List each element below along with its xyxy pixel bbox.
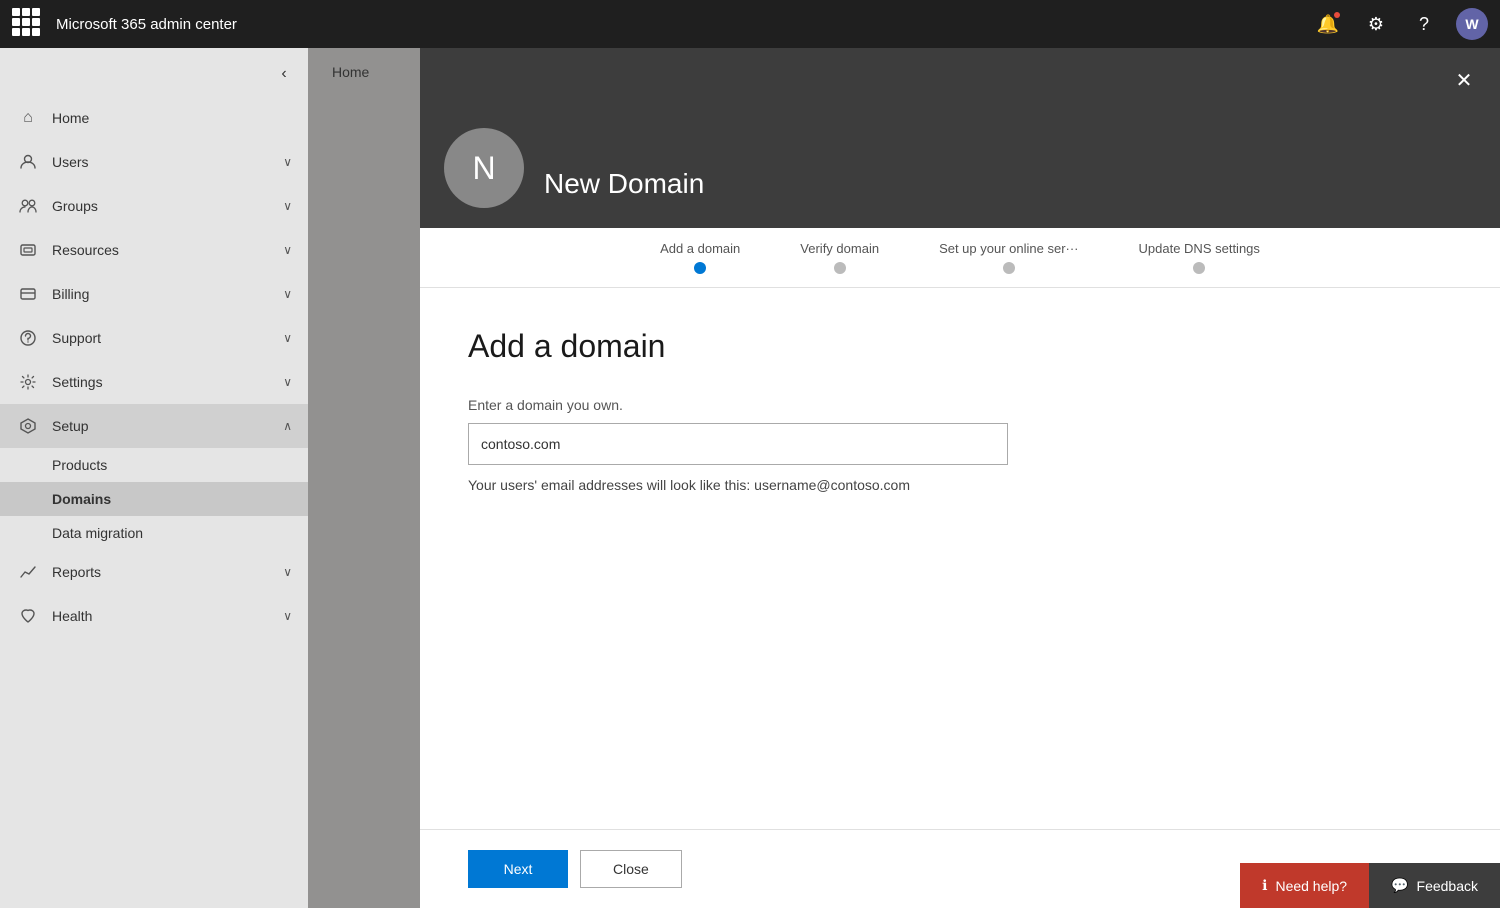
domain-input[interactable] [468,423,1008,465]
sidebar-nav: ⌂ Home Users ∨ Groups ∨ [0,88,308,646]
stepper-step-update-dns[interactable]: Update DNS settings [1139,241,1260,274]
stepper-dot-setup-online [1003,262,1015,274]
sidebar-item-support[interactable]: Support ∨ [0,316,308,360]
sidebar-sub-item-products[interactable]: Products [0,448,308,482]
stepper-dot-update-dns [1193,262,1205,274]
modal-avatar: N [444,128,524,208]
settings-nav-icon [16,370,40,394]
stepper-step-add-domain[interactable]: Add a domain [660,241,740,274]
modal-title: New Domain [544,168,704,200]
stepper-dot-add-domain [694,262,706,274]
topbar: Microsoft 365 admin center 🔔 ⚙ ? W [0,0,1500,48]
sidebar-sub-item-data-migration[interactable]: Data migration [0,516,308,550]
topbar-actions: 🔔 ⚙ ? W [1312,8,1488,40]
sidebar-item-home[interactable]: ⌂ Home [0,96,308,140]
support-icon [16,326,40,350]
reports-chevron-icon: ∨ [283,565,292,579]
sidebar: ‹ ⌂ Home Users ∨ Groups ∨ [0,48,308,908]
app-title: Microsoft 365 admin center [56,16,1312,33]
users-chevron-icon: ∨ [283,155,292,169]
sidebar-item-users[interactable]: Users ∨ [0,140,308,184]
input-label: Enter a domain you own. [468,397,1452,413]
need-help-button[interactable]: ℹ Need help? [1240,863,1369,908]
bottom-bar: ℹ Need help? 💬 Feedback [1240,863,1500,908]
help-icon[interactable]: ? [1408,8,1440,40]
modal-section-title: Add a domain [468,328,1452,365]
sidebar-item-setup[interactable]: Setup ∧ [0,404,308,448]
sidebar-sub-item-domains[interactable]: Domains [0,482,308,516]
reports-icon [16,560,40,584]
close-button[interactable]: Close [580,850,682,888]
waffle-icon[interactable] [12,8,44,40]
modal-close-button[interactable]: ✕ [1448,64,1480,96]
stepper-step-setup-online[interactable]: Set up your online ser··· [939,241,1078,274]
stepper-step-verify-domain[interactable]: Verify domain [800,241,879,274]
groups-icon [16,194,40,218]
email-preview: Your users' email addresses will look li… [468,477,1452,493]
modal-header: ✕ N New Domain [420,48,1500,228]
feedback-icon: 💬 [1391,877,1408,894]
sidebar-item-billing[interactable]: Billing ∨ [0,272,308,316]
content-area: Home ✕ N New Domain Add a domain [308,48,1500,908]
settings-chevron-icon: ∨ [283,375,292,389]
support-chevron-icon: ∨ [283,331,292,345]
avatar[interactable]: W [1456,8,1488,40]
sidebar-item-reports[interactable]: Reports ∨ [0,550,308,594]
need-help-icon: ℹ [1262,877,1267,894]
modal-body: Add a domain Enter a domain you own. You… [420,288,1500,829]
main-layout: ‹ ⌂ Home Users ∨ Groups ∨ [0,48,1500,908]
resources-icon [16,238,40,262]
billing-chevron-icon: ∨ [283,287,292,301]
billing-icon [16,282,40,306]
setup-sub-menu: Products Domains Data migration [0,448,308,550]
health-icon [16,604,40,628]
sidebar-item-resources[interactable]: Resources ∨ [0,228,308,272]
resources-chevron-icon: ∨ [283,243,292,257]
home-icon: ⌂ [16,106,40,130]
sidebar-collapse-button[interactable]: ‹ [270,60,298,88]
sidebar-item-groups[interactable]: Groups ∨ [0,184,308,228]
settings-icon[interactable]: ⚙ [1360,8,1392,40]
feedback-button[interactable]: 💬 Feedback [1369,863,1500,908]
setup-chevron-icon: ∧ [283,419,292,433]
health-chevron-icon: ∨ [283,609,292,623]
sidebar-item-health[interactable]: Health ∨ [0,594,308,638]
setup-icon [16,414,40,438]
users-icon [16,150,40,174]
next-button[interactable]: Next [468,850,568,888]
modal-panel: ✕ N New Domain Add a domain Verify domai… [420,48,1500,908]
stepper: Add a domain Verify domain Set up your o… [420,228,1500,288]
stepper-dot-verify-domain [834,262,846,274]
groups-chevron-icon: ∨ [283,199,292,213]
sidebar-item-settings[interactable]: Settings ∨ [0,360,308,404]
notification-icon[interactable]: 🔔 [1312,8,1344,40]
